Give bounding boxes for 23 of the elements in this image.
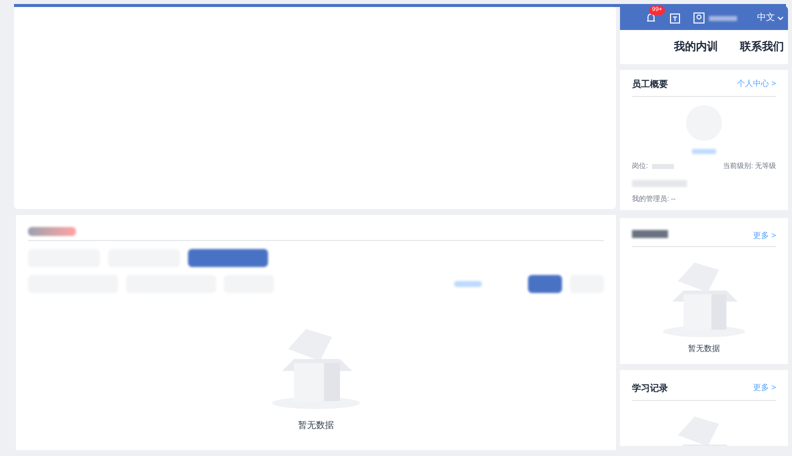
redacted-text bbox=[632, 180, 687, 187]
bell-icon[interactable] bbox=[645, 12, 657, 24]
card-link[interactable]: 更多 > bbox=[753, 382, 776, 396]
language-selector[interactable]: 中文 bbox=[757, 11, 775, 25]
nav-link[interactable]: 联系我们 bbox=[740, 38, 784, 56]
empty-text: 暂无数据 bbox=[298, 419, 334, 432]
chevron-down-icon[interactable] bbox=[777, 16, 784, 20]
redacted-text bbox=[632, 230, 668, 238]
card-link[interactable]: 更多 > bbox=[753, 230, 776, 242]
card-link[interactable]: 个人中心 > bbox=[737, 78, 776, 92]
search-button[interactable] bbox=[528, 275, 562, 293]
redacted-name bbox=[692, 148, 716, 154]
calendar-icon[interactable] bbox=[669, 12, 681, 24]
card-title: 员工概要 bbox=[632, 78, 668, 91]
redacted-link[interactable] bbox=[454, 281, 482, 287]
empty-text: 暂无数据 bbox=[688, 343, 720, 355]
redacted-text bbox=[28, 227, 76, 236]
user-icon[interactable] bbox=[693, 12, 705, 24]
nav-link[interactable]: 我的内训 bbox=[674, 38, 718, 56]
tab[interactable] bbox=[188, 249, 268, 267]
redacted-text bbox=[652, 164, 674, 170]
card-title: 学习记录 bbox=[632, 382, 668, 395]
redacted-username bbox=[709, 16, 737, 20]
